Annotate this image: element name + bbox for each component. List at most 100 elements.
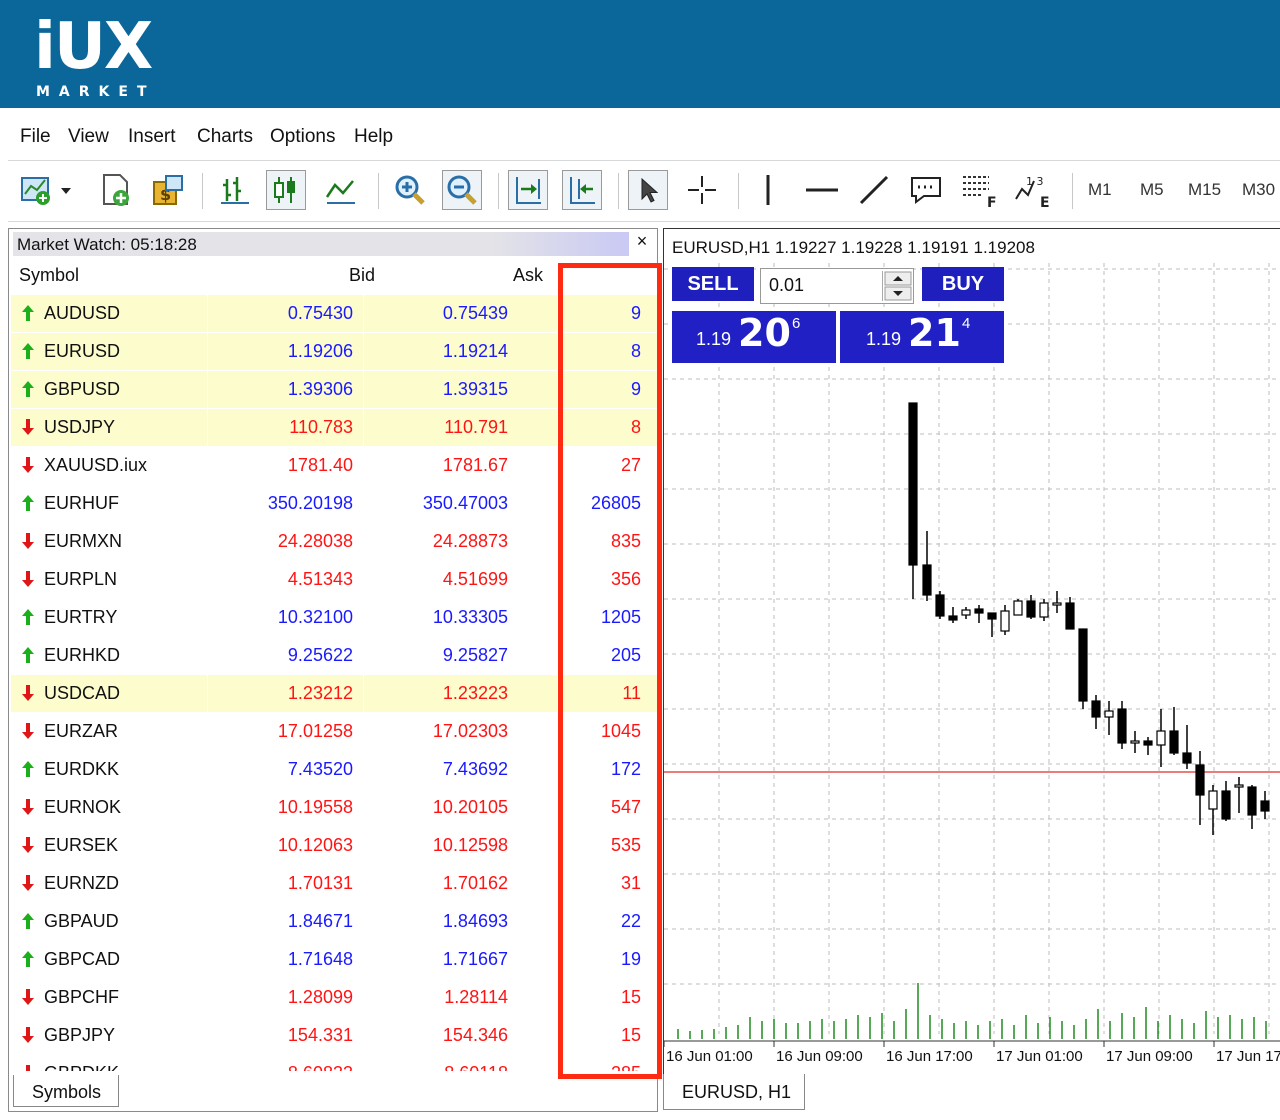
elliott-wave-icon[interactable]: 1 3 E bbox=[1012, 170, 1052, 210]
candlestick-chart-icon[interactable] bbox=[266, 170, 306, 210]
symbol-name: GBPAUD bbox=[44, 911, 119, 931]
menu-help[interactable]: Help bbox=[354, 126, 393, 148]
ask-price: 1.23223 bbox=[442, 683, 508, 703]
timeframe-m15[interactable]: M15 bbox=[1188, 180, 1221, 200]
spread-value: 285 bbox=[611, 1063, 641, 1071]
cursor-icon[interactable] bbox=[628, 170, 668, 210]
symbol-row[interactable]: XAUUSD.iux 1781.40 1781.67 27 bbox=[11, 447, 657, 485]
market-watch-icon[interactable]: $ bbox=[148, 170, 188, 210]
spread-value: 1045 bbox=[600, 721, 641, 741]
buy-price-display[interactable]: 1.19 21 4 bbox=[840, 311, 1004, 363]
symbol-name: GBPUSD bbox=[44, 379, 121, 399]
sell-price-display[interactable]: 1.19 20 6 bbox=[672, 311, 836, 363]
column-header-ask[interactable]: Ask bbox=[513, 265, 543, 286]
symbol-row[interactable]: GBPAUD 1.84671 1.84693 22 bbox=[11, 903, 657, 941]
menu-insert[interactable]: Insert bbox=[128, 126, 176, 148]
menu-view[interactable]: View bbox=[68, 126, 109, 148]
ask-price: 1.70162 bbox=[442, 873, 508, 893]
spread-value: 172 bbox=[610, 759, 641, 779]
symbol-row[interactable]: GBPDKK 8.60833 8.60118 285 bbox=[11, 1055, 657, 1071]
symbol-row[interactable]: GBPUSD 1.39306 1.39315 9 bbox=[11, 371, 657, 409]
fibonacci-icon[interactable]: F bbox=[958, 170, 998, 210]
close-icon[interactable]: × bbox=[631, 231, 653, 255]
menu-file[interactable]: File bbox=[20, 126, 51, 148]
symbol-row[interactable]: GBPCAD 1.71648 1.71667 19 bbox=[11, 941, 657, 979]
sell-price-prefix: 1.19 bbox=[696, 329, 732, 349]
spread-value: 356 bbox=[610, 569, 641, 589]
symbol-row[interactable]: EURUSD 1.19206 1.19214 8 bbox=[11, 333, 657, 371]
symbol-row[interactable]: USDCAD 1.23212 1.23223 11 bbox=[11, 675, 657, 713]
bid-price: 8.60833 bbox=[288, 1063, 353, 1071]
spread-value: 8 bbox=[630, 341, 641, 361]
tab-symbols[interactable]: Symbols bbox=[13, 1075, 119, 1107]
bid-price: 0.75430 bbox=[287, 303, 353, 323]
symbol-row[interactable]: GBPCHF 1.28099 1.28114 15 bbox=[11, 979, 657, 1017]
menu-options[interactable]: Options bbox=[270, 126, 335, 148]
symbol-row[interactable]: EURDKK 7.43520 7.43692 172 bbox=[11, 751, 657, 789]
brand-tagline: MARKET bbox=[36, 84, 156, 100]
spread-value: 26805 bbox=[590, 493, 641, 513]
column-header-bid[interactable]: Bid bbox=[349, 265, 375, 286]
arrow-down-icon bbox=[26, 1065, 30, 1071]
lot-stepper[interactable] bbox=[882, 271, 913, 301]
symbol-row[interactable]: EURHKD 9.25622 9.25827 205 bbox=[11, 637, 657, 675]
symbol-row[interactable]: EURNOK 10.19558 10.20105 547 bbox=[11, 789, 657, 827]
trendline-icon[interactable] bbox=[854, 170, 894, 210]
symbol-row[interactable]: EURZAR 17.01258 17.02303 1045 bbox=[11, 713, 657, 751]
symbol-row[interactable]: EURNZD 1.70131 1.70162 31 bbox=[11, 865, 657, 903]
ask-price: 1.28114 bbox=[444, 987, 508, 1007]
spread-value: 15 bbox=[620, 987, 641, 1007]
ask-price: 4.51699 bbox=[442, 569, 508, 589]
timeframe-m30[interactable]: M30 bbox=[1242, 180, 1275, 200]
symbol-row[interactable]: USDJPY 110.783 110.791 8 bbox=[11, 409, 657, 447]
bid-price: 4.51343 bbox=[287, 569, 353, 589]
time-axis-label: 17 Jun 09:00 bbox=[1106, 1048, 1193, 1065]
timeframe-m5[interactable]: M5 bbox=[1140, 180, 1164, 200]
text-label-icon[interactable] bbox=[906, 170, 946, 210]
menu-bar: File View Insert Charts Options Help bbox=[0, 118, 1280, 154]
symbol-name: EURDKK bbox=[44, 759, 120, 779]
symbol-row[interactable]: EURTRY 10.32100 10.33305 1205 bbox=[11, 599, 657, 637]
bar-chart-icon[interactable] bbox=[214, 170, 254, 210]
spread-value: 8 bbox=[630, 417, 641, 437]
horizontal-line-icon[interactable] bbox=[802, 170, 842, 210]
zoom-in-icon[interactable] bbox=[390, 170, 430, 210]
spread-value: 11 bbox=[622, 683, 641, 703]
auto-scroll-icon[interactable] bbox=[508, 170, 548, 210]
line-chart-icon[interactable] bbox=[320, 170, 360, 210]
symbol-row[interactable]: EURPLN 4.51343 4.51699 356 bbox=[11, 561, 657, 599]
sell-button[interactable]: SELL bbox=[672, 267, 754, 301]
symbol-name: EURHKD bbox=[44, 645, 121, 665]
column-header-symbol[interactable]: Symbol bbox=[19, 265, 79, 286]
arrow-down-icon bbox=[22, 685, 34, 701]
crosshair-icon[interactable] bbox=[682, 170, 722, 210]
buy-button[interactable]: BUY bbox=[922, 267, 1004, 301]
symbol-name: GBPCHF bbox=[44, 987, 120, 1007]
vertical-line-icon[interactable] bbox=[748, 170, 788, 210]
symbol-row[interactable]: AUDUSD 0.75430 0.75439 9 bbox=[11, 295, 657, 333]
new-chart-icon[interactable] bbox=[18, 170, 76, 210]
chart-shift-icon[interactable] bbox=[562, 170, 602, 210]
chart-area[interactable]: 16 Jun 01:00 16 Jun 09:00 16 Jun 17:00 17 J… bbox=[663, 228, 1280, 1074]
ask-price: 17.02303 bbox=[432, 721, 508, 741]
symbol-row[interactable]: EURMXN 24.28038 24.28873 835 bbox=[11, 523, 657, 561]
symbol-name: XAUUSD.iux bbox=[44, 455, 148, 475]
arrow-up-icon bbox=[22, 913, 34, 929]
symbol-name: EURNOK bbox=[44, 797, 122, 817]
menu-charts[interactable]: Charts bbox=[197, 126, 253, 148]
ask-price: 110.791 bbox=[444, 417, 508, 437]
symbol-row[interactable]: GBPJPY 154.331 154.346 15 bbox=[11, 1017, 657, 1055]
symbol-row[interactable]: EURSEK 10.12063 10.12598 535 bbox=[11, 827, 657, 865]
symbol-list: AUDUSD 0.75430 0.75439 9 EURUSD 1.19206 1.1921… bbox=[11, 295, 657, 1071]
new-order-icon[interactable] bbox=[96, 170, 136, 210]
zoom-out-icon[interactable] bbox=[442, 170, 482, 210]
arrow-down-icon bbox=[22, 799, 34, 815]
arrow-down-icon bbox=[22, 837, 34, 853]
market-watch-titlebar[interactable]: Market Watch: 05:18:28 bbox=[13, 232, 629, 256]
buy-price-prefix: 1.19 bbox=[866, 329, 902, 349]
symbol-row[interactable]: EURHUF 350.20198 350.47003 26805 bbox=[11, 485, 657, 523]
ask-price: 10.33305 bbox=[432, 607, 508, 627]
timeframe-m1[interactable]: M1 bbox=[1088, 180, 1112, 200]
tab-chart-eurusd[interactable]: EURUSD, H1 bbox=[663, 1074, 805, 1110]
spread-value: 22 bbox=[620, 911, 641, 931]
